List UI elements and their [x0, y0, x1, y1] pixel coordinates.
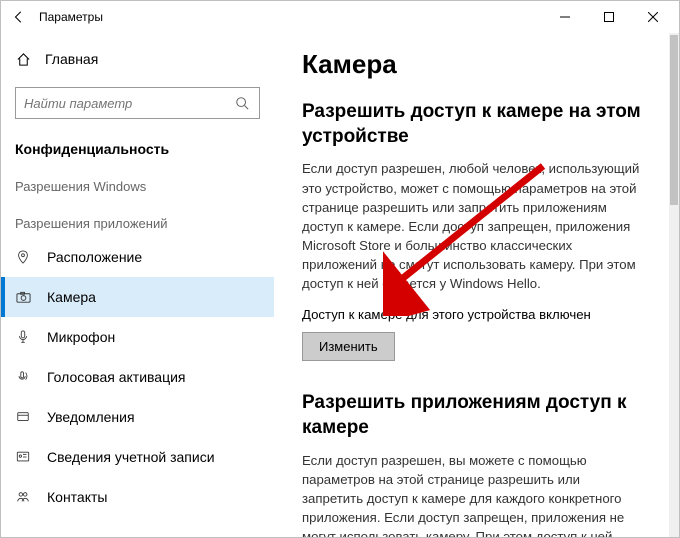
sidebar: Главная Конфиденциальность Разрешения Wi…: [1, 33, 274, 537]
sidebar-item-voice-activation[interactable]: Голосовая активация: [1, 357, 274, 397]
maximize-button[interactable]: [587, 3, 631, 31]
sidebar-item-microphone[interactable]: Микрофон: [1, 317, 274, 357]
scrollbar-thumb[interactable]: [670, 35, 678, 205]
sidebar-home-label: Главная: [45, 51, 98, 67]
search-icon: [233, 96, 251, 110]
contacts-icon: [15, 490, 31, 504]
change-button[interactable]: Изменить: [302, 332, 395, 361]
sidebar-item-label: Контакты: [47, 489, 107, 505]
main-content: Камера Разрешить доступ к камере на этом…: [274, 33, 669, 537]
back-button[interactable]: [5, 3, 33, 31]
sidebar-item-account-info[interactable]: Сведения учетной записи: [1, 437, 274, 477]
sidebar-item-label: Уведомления: [47, 409, 135, 425]
sidebar-item-label: Голосовая активация: [47, 369, 186, 385]
voice-icon: [15, 370, 31, 384]
camera-icon: [15, 290, 31, 305]
sidebar-item-label: Микрофон: [47, 329, 115, 345]
search-input[interactable]: [24, 96, 233, 111]
sidebar-item-camera[interactable]: Камера: [1, 277, 274, 317]
titlebar: Параметры: [1, 1, 679, 33]
page-title: Камера: [302, 49, 641, 80]
section-heading-device-access: Разрешить доступ к камере на этом устрой…: [302, 100, 641, 149]
sidebar-item-contacts[interactable]: Контакты: [1, 477, 274, 517]
sidebar-group-windows: Разрешения Windows: [15, 179, 260, 194]
device-access-status: Доступ к камере для этого устройства вкл…: [302, 307, 641, 322]
microphone-icon: [15, 330, 31, 344]
window-title: Параметры: [39, 10, 103, 24]
sidebar-home[interactable]: Главная: [15, 41, 260, 77]
home-icon: [15, 52, 31, 67]
sidebar-section-title: Конфиденциальность: [15, 141, 260, 157]
sidebar-item-label: Сведения учетной записи: [47, 449, 215, 465]
location-icon: [15, 250, 31, 264]
search-box[interactable]: [15, 87, 260, 119]
device-access-description: Если доступ разрешен, любой человек, исп…: [302, 159, 641, 293]
sidebar-item-notifications[interactable]: Уведомления: [1, 397, 274, 437]
app-access-description: Если доступ разрешен, вы можете с помощь…: [302, 451, 641, 537]
vertical-scrollbar[interactable]: [669, 33, 679, 537]
settings-window: Параметры Главная Конфид: [0, 0, 680, 538]
sidebar-group-apps: Разрешения приложений: [15, 216, 260, 231]
minimize-button[interactable]: [543, 3, 587, 31]
sidebar-item-label: Камера: [47, 289, 96, 305]
notifications-icon: [15, 410, 31, 424]
sidebar-item-label: Расположение: [47, 249, 142, 265]
account-icon: [15, 450, 31, 464]
sidebar-item-location[interactable]: Расположение: [1, 237, 274, 277]
content-frame: Камера Разрешить доступ к камере на этом…: [274, 33, 679, 537]
section-heading-app-access: Разрешить приложениям доступ к камере: [302, 391, 641, 440]
close-button[interactable]: [631, 3, 675, 31]
